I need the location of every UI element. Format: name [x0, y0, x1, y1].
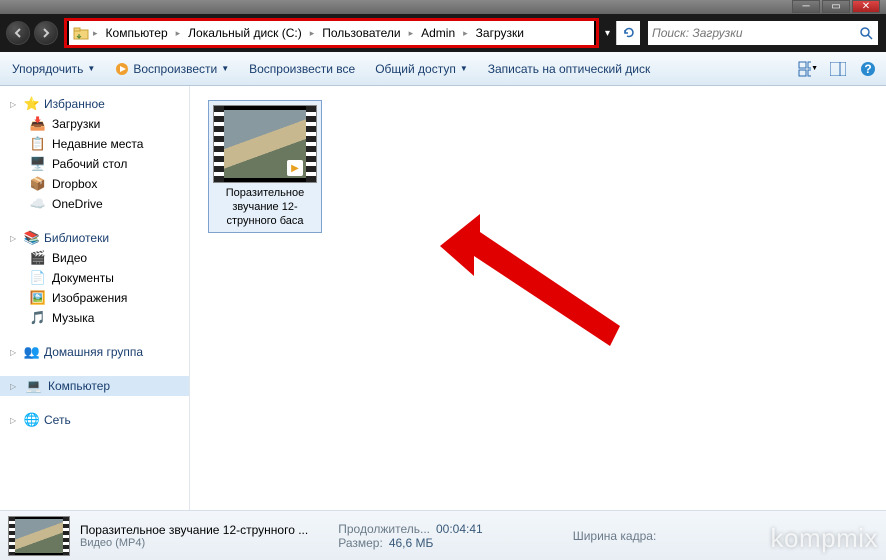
sidebar-item-pictures[interactable]: 🖼️Изображения [0, 288, 189, 308]
annotation-arrow [440, 206, 640, 376]
chevron-right-icon: ▸ [407, 28, 416, 39]
preview-pane-button[interactable] [828, 59, 848, 79]
play-icon [115, 62, 129, 76]
watermark: kompmix [770, 523, 878, 554]
minimize-button[interactable]: ─ [792, 0, 820, 13]
collapse-icon: ▷ [10, 348, 20, 357]
video-thumbnail: ▶ [213, 105, 317, 183]
image-icon: 🖼️ [30, 290, 46, 306]
sidebar-item-dropbox[interactable]: 📦Dropbox [0, 174, 189, 194]
sidebar-group-favorites[interactable]: ▷ ⭐ Избранное [0, 94, 189, 114]
status-file-type: Видео (MP4) [80, 537, 308, 549]
video-icon: 🎬 [30, 250, 46, 266]
computer-icon: 💻 [26, 378, 42, 394]
network-icon: 🌐 [24, 412, 40, 428]
breadcrumb-item[interactable]: Компьютер [102, 26, 172, 40]
search-box[interactable] [648, 21, 878, 45]
folder-icon [73, 25, 89, 41]
breadcrumb-item[interactable]: Загрузки [472, 26, 528, 40]
status-size-value: 46,6 МБ [389, 536, 434, 550]
help-button[interactable]: ? [858, 59, 878, 79]
share-button[interactable]: Общий доступ▼ [371, 60, 472, 78]
onedrive-icon: ☁️ [30, 196, 46, 212]
sidebar-group-libraries[interactable]: ▷ 📚 Библиотеки [0, 228, 189, 248]
svg-text:?: ? [864, 62, 871, 76]
sidebar-item-music[interactable]: 🎵Музыка [0, 308, 189, 328]
play-button[interactable]: Воспроизвести▼ [111, 60, 233, 78]
navigation-pane: ▷ ⭐ Избранное 📥Загрузки 📋Недавние места … [0, 86, 190, 510]
homegroup-icon: 👥 [24, 344, 40, 360]
sidebar-item-downloads[interactable]: 📥Загрузки [0, 114, 189, 134]
status-size-label: Размер: [338, 536, 383, 550]
sidebar-item-recent[interactable]: 📋Недавние места [0, 134, 189, 154]
status-file-title: Поразительное звучание 12-струнного ... [80, 523, 308, 537]
breadcrumb-item[interactable]: Admin [417, 26, 459, 40]
search-icon [859, 26, 874, 40]
libraries-icon: 📚 [24, 230, 40, 246]
sidebar-item-desktop[interactable]: 🖥️Рабочий стол [0, 154, 189, 174]
play-overlay-icon: ▶ [287, 160, 303, 176]
sidebar-item-onedrive[interactable]: ☁️OneDrive [0, 194, 189, 214]
sidebar-group-network[interactable]: ▷ 🌐 Сеть [0, 410, 189, 430]
download-icon: 📥 [30, 116, 46, 132]
status-thumbnail [8, 516, 70, 556]
chevron-right-icon: ▸ [461, 28, 470, 39]
sidebar-group-computer[interactable]: ▷ 💻 Компьютер [0, 376, 189, 396]
file-name-label: Поразительное звучание 12-струнного баса [213, 187, 317, 228]
maximize-button[interactable]: ▭ [822, 0, 850, 13]
close-button[interactable]: ✕ [852, 0, 880, 13]
back-button[interactable] [6, 21, 30, 45]
status-width-label: Ширина кадра: [573, 529, 657, 543]
forward-button[interactable] [34, 21, 58, 45]
breadcrumb[interactable]: ▸ Компьютер ▸ Локальный диск (C:) ▸ Поль… [69, 21, 594, 45]
breadcrumb-item[interactable]: Пользователи [318, 26, 404, 40]
chevron-right-icon: ▸ [91, 28, 100, 39]
navigation-bar: ▸ Компьютер ▸ Локальный диск (C:) ▸ Поль… [0, 14, 886, 52]
dropdown-arrow-icon[interactable]: ▾ [605, 28, 610, 39]
sidebar-item-documents[interactable]: 📄Документы [0, 268, 189, 288]
status-duration-value: 00:04:41 [436, 522, 483, 536]
recent-icon: 📋 [30, 136, 46, 152]
details-pane: Поразительное звучание 12-струнного ... … [0, 510, 886, 560]
chevron-right-icon: ▸ [174, 28, 183, 39]
collapse-icon: ▷ [10, 100, 20, 109]
highlighted-address-area: ▸ Компьютер ▸ Локальный диск (C:) ▸ Поль… [64, 18, 599, 48]
toolbar: Упорядочить▼ Воспроизвести▼ Воспроизвест… [0, 52, 886, 86]
collapse-icon: ▷ [10, 382, 20, 391]
star-icon: ⭐ [24, 96, 40, 112]
sidebar-group-homegroup[interactable]: ▷ 👥 Домашняя группа [0, 342, 189, 362]
dropbox-icon: 📦 [30, 176, 46, 192]
breadcrumb-item[interactable]: Локальный диск (C:) [184, 26, 306, 40]
organize-button[interactable]: Упорядочить▼ [8, 60, 99, 78]
collapse-icon: ▷ [10, 234, 20, 243]
view-options-button[interactable]: ▼ [798, 59, 818, 79]
doc-icon: 📄 [30, 270, 46, 286]
window-titlebar: ─ ▭ ✕ [0, 0, 886, 14]
music-icon: 🎵 [30, 310, 46, 326]
burn-disc-button[interactable]: Записать на оптический диск [484, 60, 655, 78]
search-input[interactable] [652, 26, 859, 40]
play-all-button[interactable]: Воспроизвести все [245, 60, 359, 78]
chevron-right-icon: ▸ [308, 28, 317, 39]
file-item[interactable]: ▶ Поразительное звучание 12-струнного ба… [208, 100, 322, 233]
refresh-button[interactable] [616, 21, 640, 45]
file-list-pane[interactable]: ▶ Поразительное звучание 12-струнного ба… [190, 86, 886, 510]
collapse-icon: ▷ [10, 416, 20, 425]
sidebar-item-video[interactable]: 🎬Видео [0, 248, 189, 268]
desktop-icon: 🖥️ [30, 156, 46, 172]
status-duration-label: Продолжитель... [338, 522, 430, 536]
